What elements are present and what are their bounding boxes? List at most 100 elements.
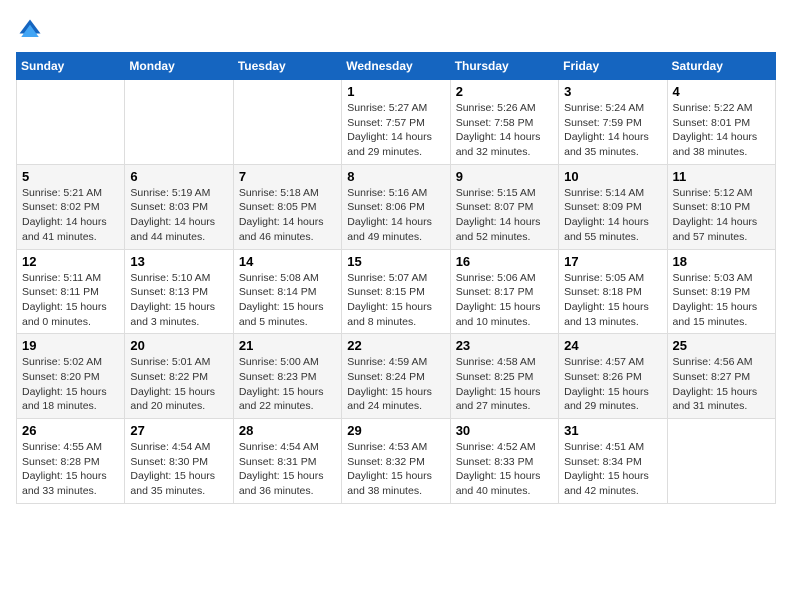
calendar-week-5: 26Sunrise: 4:55 AM Sunset: 8:28 PM Dayli… [17,419,776,504]
calendar-cell: 2Sunrise: 5:26 AM Sunset: 7:58 PM Daylig… [450,80,558,165]
cell-content: Sunrise: 5:19 AM Sunset: 8:03 PM Dayligh… [130,186,227,245]
cell-content: Sunrise: 5:14 AM Sunset: 8:09 PM Dayligh… [564,186,661,245]
calendar-week-2: 5 Sunrise: 5:21 AM Sunset: 8:02 PM Daylig… [17,164,776,249]
cell-content: Sunrise: 4:58 AM Sunset: 8:25 PM Dayligh… [456,355,553,414]
cell-content: Sunrise: 4:54 AM Sunset: 8:31 PM Dayligh… [239,440,336,499]
day-number: 1 [347,84,444,99]
header-day-wednesday: Wednesday [342,53,450,80]
calendar-cell: 17 Sunrise: 5:05 AM Sunset: 8:18 PM Dayli… [559,249,667,334]
day-number: 24 [564,338,661,353]
calendar-cell: 5 Sunrise: 5:21 AM Sunset: 8:02 PM Daylig… [17,164,125,249]
cell-content: Sunrise: 5:11 AM Sunset: 8:11 PM Dayligh… [22,271,119,330]
header-day-tuesday: Tuesday [233,53,341,80]
cell-content: Sunrise: 5:06 AM Sunset: 8:17 PM Dayligh… [456,271,553,330]
calendar-cell: 26Sunrise: 4:55 AM Sunset: 8:28 PM Dayli… [17,419,125,504]
cell-content: Sunrise: 4:57 AM Sunset: 8:26 PM Dayligh… [564,355,661,414]
calendar-cell: 13 Sunrise: 5:10 AM Sunset: 8:13 PM Dayli… [125,249,233,334]
calendar-cell [233,80,341,165]
cell-content: Sunrise: 5:03 AM Sunset: 8:19 PM Dayligh… [673,271,770,330]
calendar-cell [17,80,125,165]
cell-content: Sunrise: 5:12 AM Sunset: 8:10 PM Dayligh… [673,186,770,245]
cell-content: Sunrise: 4:53 AM Sunset: 8:32 PM Dayligh… [347,440,444,499]
cell-content: Sunrise: 4:51 AM Sunset: 8:34 PM Dayligh… [564,440,661,499]
calendar-cell: 23 Sunrise: 4:58 AM Sunset: 8:25 PM Dayli… [450,334,558,419]
calendar-cell: 11 Sunrise: 5:12 AM Sunset: 8:10 PM Dayli… [667,164,775,249]
calendar-cell: 24 Sunrise: 4:57 AM Sunset: 8:26 PM Dayli… [559,334,667,419]
calendar-cell: 25 Sunrise: 4:56 AM Sunset: 8:27 PM Dayli… [667,334,775,419]
calendar-cell: 18 Sunrise: 5:03 AM Sunset: 8:19 PM Dayli… [667,249,775,334]
day-number: 27 [130,423,227,438]
day-number: 28 [239,423,336,438]
cell-content: Sunrise: 5:02 AM Sunset: 8:20 PM Dayligh… [22,355,119,414]
calendar-cell: 19 Sunrise: 5:02 AM Sunset: 8:20 PM Dayli… [17,334,125,419]
cell-content: Sunrise: 4:55 AM Sunset: 8:28 PM Dayligh… [22,440,119,499]
calendar-cell: 6 Sunrise: 5:19 AM Sunset: 8:03 PM Daylig… [125,164,233,249]
cell-content: Sunrise: 5:26 AM Sunset: 7:58 PM Dayligh… [456,101,553,160]
header-row: SundayMondayTuesdayWednesdayThursdayFrid… [17,53,776,80]
calendar-cell [667,419,775,504]
day-number: 17 [564,254,661,269]
day-number: 20 [130,338,227,353]
day-number: 13 [130,254,227,269]
cell-content: Sunrise: 5:24 AM Sunset: 7:59 PM Dayligh… [564,101,661,160]
calendar-cell: 1 Sunrise: 5:27 AM Sunset: 7:57 PM Daylig… [342,80,450,165]
day-number: 23 [456,338,553,353]
calendar-cell: 4 Sunrise: 5:22 AM Sunset: 8:01 PM Daylig… [667,80,775,165]
calendar-cell: 16 Sunrise: 5:06 AM Sunset: 8:17 PM Dayli… [450,249,558,334]
day-number: 11 [673,169,770,184]
cell-content: Sunrise: 4:56 AM Sunset: 8:27 PM Dayligh… [673,355,770,414]
cell-content: Sunrise: 5:22 AM Sunset: 8:01 PM Dayligh… [673,101,770,160]
day-number: 25 [673,338,770,353]
calendar-table: SundayMondayTuesdayWednesdayThursdayFrid… [16,52,776,504]
header-day-friday: Friday [559,53,667,80]
header-day-monday: Monday [125,53,233,80]
day-number: 15 [347,254,444,269]
calendar-cell [125,80,233,165]
cell-content: Sunrise: 4:59 AM Sunset: 8:24 PM Dayligh… [347,355,444,414]
day-number: 19 [22,338,119,353]
day-number: 31 [564,423,661,438]
calendar-cell: 7 Sunrise: 5:18 AM Sunset: 8:05 PM Daylig… [233,164,341,249]
header-day-saturday: Saturday [667,53,775,80]
day-number: 16 [456,254,553,269]
day-number: 12 [22,254,119,269]
calendar-cell: 10 Sunrise: 5:14 AM Sunset: 8:09 PM Dayli… [559,164,667,249]
day-number: 30 [456,423,553,438]
cell-content: Sunrise: 5:16 AM Sunset: 8:06 PM Dayligh… [347,186,444,245]
calendar-cell: 20 Sunrise: 5:01 AM Sunset: 8:22 PM Dayli… [125,334,233,419]
cell-content: Sunrise: 5:08 AM Sunset: 8:14 PM Dayligh… [239,271,336,330]
day-number: 6 [130,169,227,184]
calendar-cell: 29Sunrise: 4:53 AM Sunset: 8:32 PM Dayli… [342,419,450,504]
cell-content: Sunrise: 5:05 AM Sunset: 8:18 PM Dayligh… [564,271,661,330]
cell-content: Sunrise: 5:01 AM Sunset: 8:22 PM Dayligh… [130,355,227,414]
page-header [16,16,776,44]
day-number: 10 [564,169,661,184]
logo [16,16,48,44]
calendar-cell: 22Sunrise: 4:59 AM Sunset: 8:24 PM Dayli… [342,334,450,419]
calendar-week-4: 19 Sunrise: 5:02 AM Sunset: 8:20 PM Dayli… [17,334,776,419]
day-number: 3 [564,84,661,99]
cell-content: Sunrise: 5:27 AM Sunset: 7:57 PM Dayligh… [347,101,444,160]
calendar-cell: 15 Sunrise: 5:07 AM Sunset: 8:15 PM Dayli… [342,249,450,334]
day-number: 9 [456,169,553,184]
cell-content: Sunrise: 5:21 AM Sunset: 8:02 PM Dayligh… [22,186,119,245]
calendar-cell: 14Sunrise: 5:08 AM Sunset: 8:14 PM Dayli… [233,249,341,334]
cell-content: Sunrise: 5:15 AM Sunset: 8:07 PM Dayligh… [456,186,553,245]
calendar-cell: 28 Sunrise: 4:54 AM Sunset: 8:31 PM Dayli… [233,419,341,504]
cell-content: Sunrise: 4:52 AM Sunset: 8:33 PM Dayligh… [456,440,553,499]
day-number: 8 [347,169,444,184]
header-day-thursday: Thursday [450,53,558,80]
logo-icon [16,16,44,44]
cell-content: Sunrise: 4:54 AM Sunset: 8:30 PM Dayligh… [130,440,227,499]
day-number: 5 [22,169,119,184]
cell-content: Sunrise: 5:18 AM Sunset: 8:05 PM Dayligh… [239,186,336,245]
cell-content: Sunrise: 5:10 AM Sunset: 8:13 PM Dayligh… [130,271,227,330]
day-number: 7 [239,169,336,184]
cell-content: Sunrise: 5:07 AM Sunset: 8:15 PM Dayligh… [347,271,444,330]
day-number: 18 [673,254,770,269]
calendar-cell: 8 Sunrise: 5:16 AM Sunset: 8:06 PM Daylig… [342,164,450,249]
cell-content: Sunrise: 5:00 AM Sunset: 8:23 PM Dayligh… [239,355,336,414]
day-number: 4 [673,84,770,99]
calendar-cell: 3 Sunrise: 5:24 AM Sunset: 7:59 PM Daylig… [559,80,667,165]
calendar-week-3: 12 Sunrise: 5:11 AM Sunset: 8:11 PM Dayli… [17,249,776,334]
